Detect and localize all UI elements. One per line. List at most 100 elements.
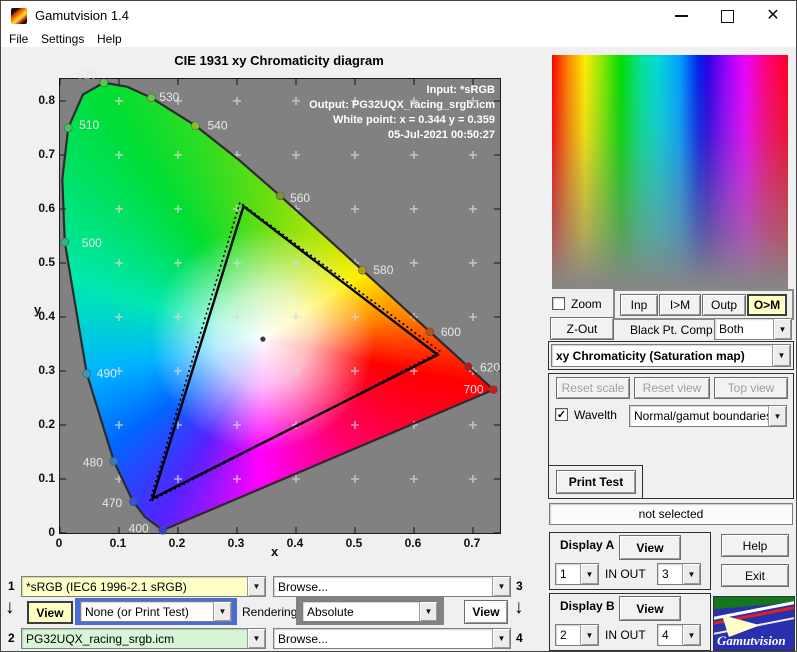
- zoom-checkbox-label: Zoom: [571, 297, 602, 311]
- maximize-button[interactable]: [704, 1, 750, 31]
- wavelength-dot-530: [147, 94, 155, 102]
- view-mode-select[interactable]: xy Chromaticity (Saturation map) ▼: [551, 344, 791, 367]
- x-tick-label: 0.1: [98, 536, 138, 550]
- io-view-left-button[interactable]: View: [27, 601, 73, 624]
- print-test-button[interactable]: Print Test: [556, 470, 636, 494]
- wavelength-label-470: 470: [102, 496, 122, 510]
- x-tick-label: 0.2: [157, 536, 197, 550]
- plot-info-text: Input: *sRGBOutput: PG32UQX_racing_srgb.…: [309, 83, 495, 143]
- grid-cross: [233, 475, 241, 483]
- grid-cross: [351, 475, 359, 483]
- rendering-intent-select[interactable]: Absolute▼: [302, 601, 438, 622]
- dropdown-arrow-icon[interactable]: ▼: [492, 629, 510, 648]
- window-title: Gamutvision 1.4: [35, 8, 129, 23]
- reset-view-button[interactable]: Reset view: [634, 377, 710, 399]
- dropdown-arrow-icon[interactable]: ▼: [247, 629, 265, 648]
- zoom-checkbox[interactable]: [552, 297, 565, 310]
- browse-bottom-select[interactable]: Browse...▼: [273, 628, 511, 649]
- dropdown-arrow-icon[interactable]: ▼: [768, 406, 786, 426]
- wavelth-checkbox[interactable]: ✓: [555, 408, 568, 421]
- help-button[interactable]: Help: [721, 534, 789, 557]
- grid-cross: [115, 205, 123, 213]
- grid-cross: [233, 205, 241, 213]
- plot-overlay: 4004704804905005105205305405605806006207…: [60, 79, 500, 533]
- display-b-view-button[interactable]: View: [619, 596, 681, 621]
- black-pt-comp-select[interactable]: Both ▼: [714, 318, 792, 340]
- wavelength-mode-select[interactable]: Normal/gamut boundaries ▼: [629, 405, 787, 427]
- slot-3-label: 3: [516, 579, 523, 593]
- input-profile-select[interactable]: *sRGB (IEC6 1996-2.1 sRGB)▼: [21, 576, 266, 597]
- dropdown-arrow-icon[interactable]: ▼: [682, 625, 700, 645]
- wavelength-label-510: 510: [79, 118, 99, 132]
- output-profile-select[interactable]: PG32UQX_racing_srgb.icm▼: [21, 628, 266, 649]
- menu-file[interactable]: File: [9, 32, 28, 46]
- outp-button[interactable]: Outp: [702, 294, 746, 316]
- display-b-title: Display B: [560, 599, 615, 613]
- wavelength-dot-470: [129, 498, 137, 506]
- maximize-icon: [721, 10, 734, 23]
- plot-area[interactable]: 4004704804905005105205305405605806006207…: [59, 78, 501, 534]
- wavelength-label-490: 490: [97, 367, 117, 381]
- reset-scale-button[interactable]: Reset scale: [556, 377, 630, 399]
- dropdown-arrow-icon[interactable]: ▼: [580, 625, 598, 645]
- y-tick-label: 0.8: [21, 93, 55, 107]
- spectral-locus-outline: [62, 83, 493, 531]
- dropdown-arrow-icon[interactable]: ▼: [213, 602, 231, 621]
- wavelength-dot-600: [426, 328, 434, 336]
- wavelength-dot-560: [276, 192, 284, 200]
- display-a-view-button[interactable]: View: [619, 535, 681, 560]
- y-tick-label: 0.5: [21, 255, 55, 269]
- dropdown-arrow-icon[interactable]: ▼: [580, 564, 598, 584]
- display-a-in-out-label: IN OUT: [605, 567, 646, 581]
- grid-cross: [174, 259, 182, 267]
- minimize-icon: [675, 15, 688, 17]
- dropdown-arrow-icon[interactable]: ▼: [247, 577, 265, 596]
- print-test-source-select[interactable]: None (or Print Test)▼: [80, 601, 232, 622]
- slot-2-label: 2: [8, 631, 15, 645]
- menu-settings[interactable]: Settings: [41, 32, 84, 46]
- grid-cross: [174, 151, 182, 159]
- rendering-label: Rendering: [242, 605, 297, 619]
- grid-cross: [351, 421, 359, 429]
- grid-cross: [469, 205, 477, 213]
- display-b-in-out-label: IN OUT: [605, 628, 646, 642]
- menu-help[interactable]: Help: [97, 32, 122, 46]
- close-button[interactable]: ✕: [750, 1, 796, 31]
- grid-cross: [469, 421, 477, 429]
- top-view-button[interactable]: Top view: [714, 377, 788, 399]
- close-icon: ✕: [766, 8, 779, 24]
- z-out-button[interactable]: Z-Out: [550, 317, 614, 340]
- title-bar: Gamutvision 1.4 ✕: [1, 1, 796, 31]
- dropdown-arrow-icon[interactable]: ▼: [773, 319, 791, 339]
- dropdown-arrow-icon[interactable]: ▼: [492, 577, 510, 596]
- dropdown-arrow-icon[interactable]: ▼: [682, 564, 700, 584]
- wavelength-dot-400: [159, 526, 167, 534]
- grid-cross: [292, 475, 300, 483]
- grid-cross: [233, 259, 241, 267]
- inp-button[interactable]: Inp: [620, 294, 658, 316]
- dropdown-arrow-icon[interactable]: ▼: [419, 602, 437, 621]
- hue-saturation-swatch[interactable]: [552, 55, 788, 289]
- grid-cross: [292, 259, 300, 267]
- browse-top-select[interactable]: Browse...▼: [273, 576, 511, 597]
- grid-cross: [115, 259, 123, 267]
- display-a-out-select[interactable]: 3▼: [657, 563, 701, 585]
- grid-cross: [233, 313, 241, 321]
- display-a-in-select[interactable]: 1▼: [555, 563, 599, 585]
- wavelength-dot-490: [83, 370, 91, 378]
- exit-button[interactable]: Exit: [721, 564, 789, 587]
- wavelength-label-580: 580: [373, 263, 393, 277]
- status-field: not selected: [549, 503, 793, 525]
- gamutvision-logo: Gamutvision: [713, 596, 795, 651]
- plot-info-line: Output: PG32UQX_racing_srgb.icm: [309, 98, 495, 113]
- minimize-button[interactable]: [658, 1, 704, 31]
- wavelength-label-400: 400: [129, 521, 149, 535]
- dropdown-arrow-icon[interactable]: ▼: [772, 345, 790, 366]
- i-to-m-button[interactable]: I>M: [659, 294, 701, 316]
- app-window: Gamutvision 1.4 ✕ File Settings Help CIE…: [0, 0, 797, 652]
- y-tick-label: 0.3: [21, 363, 55, 377]
- display-b-in-select[interactable]: 2▼: [555, 624, 599, 646]
- display-b-out-select[interactable]: 4▼: [657, 624, 701, 646]
- o-to-m-button[interactable]: O>M: [747, 294, 787, 316]
- io-view-right-button[interactable]: View: [464, 600, 508, 624]
